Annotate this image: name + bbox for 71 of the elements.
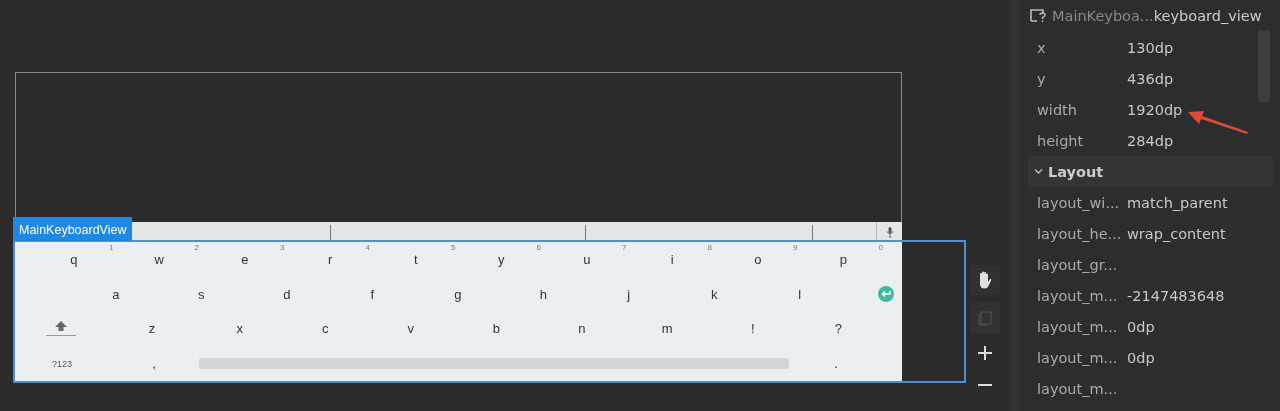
- key[interactable]: o 9: [715, 242, 801, 277]
- pan-tool-icon[interactable]: [970, 265, 1000, 295]
- key[interactable]: b: [453, 311, 539, 347]
- selection-label: MainKeyboardView: [13, 217, 133, 241]
- key[interactable]: f: [329, 276, 415, 312]
- property-value[interactable]: -2147483648: [1127, 287, 1225, 304]
- key-hint: 0: [878, 243, 883, 252]
- property-name: layout_he...: [1037, 225, 1123, 242]
- key[interactable]: g: [415, 276, 501, 312]
- key[interactable]: q 1: [31, 242, 117, 277]
- property-name: layout_m...: [1037, 318, 1119, 335]
- key[interactable]: x: [197, 311, 283, 347]
- key[interactable]: y 6: [458, 242, 544, 277]
- property-value[interactable]: wrap_content: [1127, 225, 1226, 242]
- key[interactable]: p 0: [800, 242, 886, 277]
- key-hint: 8: [707, 243, 712, 252]
- property-name: layout_gr...: [1037, 256, 1119, 273]
- property-name: y: [1037, 70, 1047, 87]
- key[interactable]: k: [671, 276, 757, 312]
- property-name: layout_wi...: [1037, 194, 1121, 211]
- annotation-arrow: [1188, 108, 1250, 136]
- shift-arrow-icon: [55, 321, 67, 332]
- key[interactable]: u 7: [544, 242, 630, 277]
- key[interactable]: z: [107, 311, 197, 347]
- class-name: MainKeyboa...: [1052, 8, 1154, 24]
- key[interactable]: s: [158, 276, 244, 312]
- view-class-icon: [1030, 9, 1048, 23]
- key[interactable]: n: [539, 311, 625, 347]
- property-name: layout_m...: [1037, 349, 1119, 366]
- key[interactable]: m: [624, 311, 710, 347]
- property-value[interactable]: 0dp: [1127, 349, 1155, 366]
- key[interactable]: v: [368, 311, 454, 347]
- property-value[interactable]: 1920dp: [1127, 101, 1183, 118]
- key[interactable]: c: [282, 311, 368, 347]
- key-hint: 7: [622, 243, 627, 252]
- property-value[interactable]: 0dp: [1127, 318, 1155, 335]
- property-value[interactable]: 284dp: [1127, 132, 1174, 149]
- property-name: height: [1037, 132, 1085, 149]
- enter-arrow-icon: [880, 290, 891, 299]
- key[interactable]: r 4: [287, 242, 373, 277]
- key-hint: 5: [451, 243, 456, 252]
- property-value[interactable]: match_parent: [1127, 194, 1228, 211]
- symbols-key[interactable]: ?123: [15, 346, 109, 381]
- key[interactable]: a: [73, 276, 159, 312]
- key-hint: 3: [280, 243, 285, 252]
- key[interactable]: ?: [795, 311, 881, 347]
- key[interactable]: e 3: [202, 242, 288, 277]
- key-hint: 2: [194, 243, 199, 252]
- property-value[interactable]: 130dp: [1127, 39, 1174, 56]
- key[interactable]: h: [500, 276, 586, 312]
- key-hint: 6: [536, 243, 541, 252]
- key-hint: 4: [365, 243, 370, 252]
- key[interactable]: i 8: [629, 242, 715, 277]
- property-name: layout_m...: [1037, 380, 1119, 397]
- property-name: layout_m...: [1037, 287, 1119, 304]
- property-name: width: [1037, 101, 1078, 118]
- key[interactable]: ,: [109, 346, 199, 381]
- key[interactable]: .: [789, 346, 883, 381]
- key[interactable]: !: [710, 311, 796, 347]
- key[interactable]: l: [757, 276, 843, 312]
- key[interactable]: w 2: [116, 242, 202, 277]
- key[interactable]: j: [586, 276, 672, 312]
- key-hint: 9: [793, 243, 798, 252]
- section-title: Layout: [1048, 163, 1104, 180]
- section-header[interactable]: Layout: [1028, 156, 1273, 187]
- key[interactable]: t 5: [373, 242, 459, 277]
- property-name: x: [1037, 39, 1047, 56]
- key[interactable]: d: [244, 276, 330, 312]
- view-id: keyboard_view: [1153, 8, 1262, 24]
- key-hint: 1: [109, 243, 114, 252]
- property-value[interactable]: 436dp: [1127, 70, 1174, 87]
